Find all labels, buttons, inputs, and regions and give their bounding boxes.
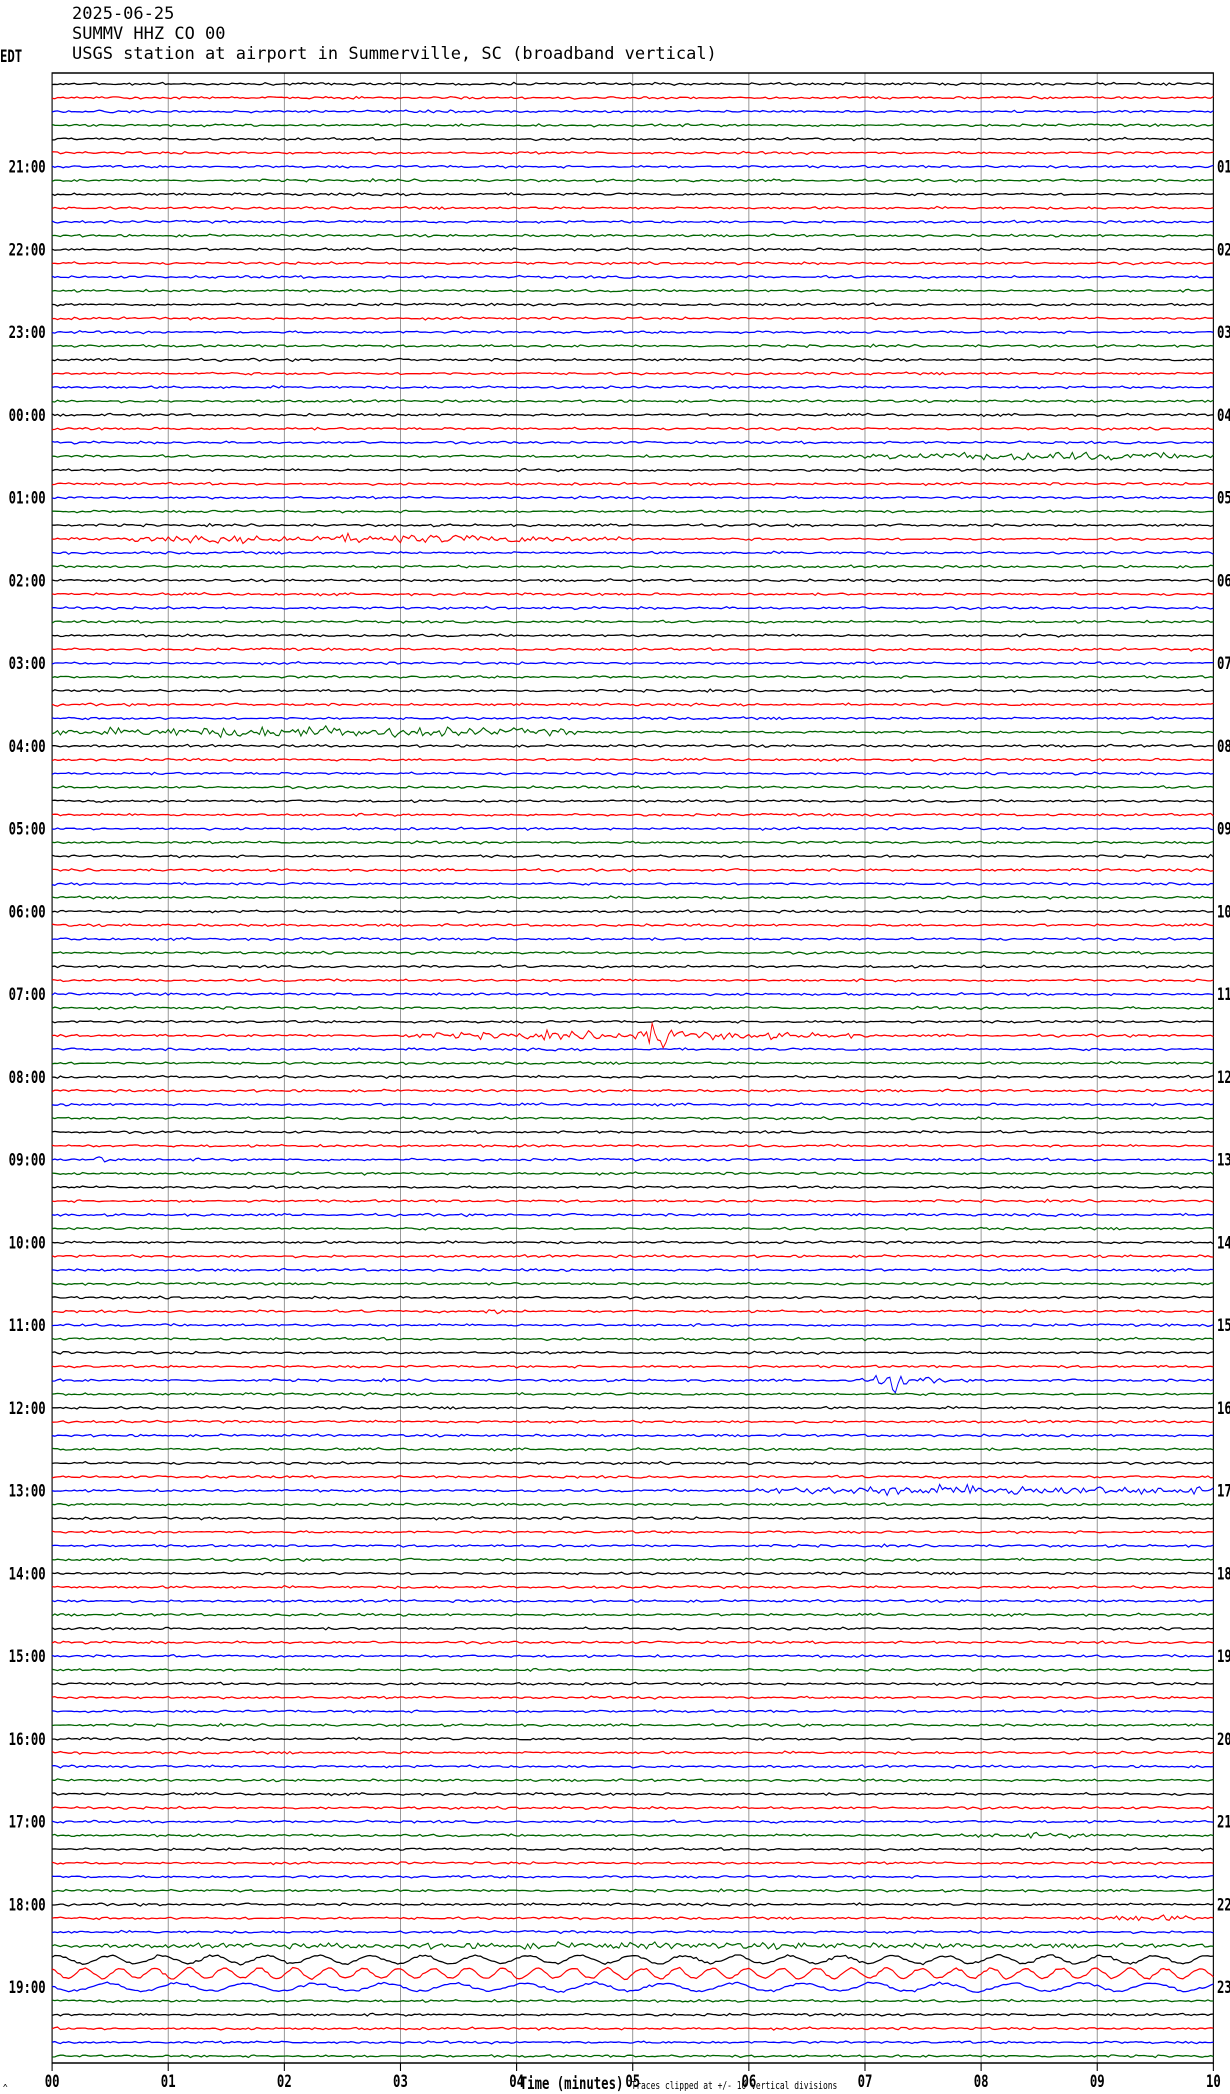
left-time-23:00: 23:00 (9, 323, 46, 342)
left-time-17:00: 17:00 (9, 1813, 46, 1832)
right-time-19:10: 19:10 (1217, 1647, 1230, 1666)
right-time-22:10: 22:10 (1217, 1896, 1230, 1915)
x-axis-label: Time (minutes) (520, 2074, 624, 2093)
right-time-01:10: 01:10 (1217, 158, 1230, 177)
clip-note: Traces clipped at +/- 10 vertical divisi… (631, 2080, 837, 2093)
left-time-02:00: 02:00 (9, 572, 46, 591)
left-time-11:00: 11:00 (9, 1316, 46, 1335)
right-time-14:10: 14:10 (1217, 1234, 1230, 1253)
x-tick-00: 00 (45, 2072, 60, 2091)
right-time-12:10: 12:10 (1217, 1068, 1230, 1087)
right-time-23:10: 23:10 (1217, 1978, 1230, 1997)
left-time-12:00: 12:00 (9, 1399, 46, 1418)
time-gridlines (51, 72, 1214, 2064)
right-time-15:10: 15:10 (1217, 1316, 1230, 1335)
x-tick-07: 07 (858, 2072, 873, 2091)
right-time-17:10: 17:10 (1217, 1482, 1230, 1501)
left-time-08:00: 08:00 (9, 1068, 46, 1087)
right-time-21:10: 21:10 (1217, 1813, 1230, 1832)
right-time-16:10: 16:10 (1217, 1399, 1230, 1418)
right-time-04:10: 04:10 (1217, 406, 1230, 425)
right-time-08:10: 08:10 (1217, 737, 1230, 756)
right-time-05:10: 05:10 (1217, 489, 1230, 508)
left-time-16:00: 16:00 (9, 1730, 46, 1749)
right-time-07:10: 07:10 (1217, 654, 1230, 673)
x-tick-09: 09 (1090, 2072, 1105, 2091)
corner-mark: ^ (3, 2083, 8, 2094)
x-tick-03: 03 (393, 2072, 408, 2091)
x-tick-01: 01 (161, 2072, 176, 2091)
left-time-09:00: 09:00 (9, 1151, 46, 1170)
x-tick-10: 10 (1206, 2072, 1221, 2091)
right-time-02:10: 02:10 (1217, 241, 1230, 260)
left-time-06:00: 06:00 (9, 903, 46, 922)
left-time-10:00: 10:00 (9, 1234, 46, 1253)
left-zone-label: EDT (0, 47, 22, 66)
left-time-19:00: 19:00 (9, 1978, 46, 1997)
right-time-06:10: 06:10 (1217, 572, 1230, 591)
left-time-18:00: 18:00 (9, 1896, 46, 1915)
x-tick-08: 08 (974, 2072, 989, 2091)
left-time-04:00: 04:00 (9, 737, 46, 756)
left-time-14:00: 14:00 (9, 1565, 46, 1584)
left-time-05:00: 05:00 (9, 820, 46, 839)
left-time-07:00: 07:00 (9, 985, 46, 1004)
right-time-11:10: 11:10 (1217, 985, 1230, 1004)
x-tick-02: 02 (277, 2072, 292, 2091)
plot-labels: -419-424-428-432-438-441-446-452-455-459… (0, 47, 837, 2094)
right-time-13:10: 13:10 (1217, 1151, 1230, 1170)
helicorder-plot: 21:00 01:10 22:00 02:10 23:00 03:10 00:00 04:10… (0, 47, 1230, 2094)
right-time-10:10: 10:10 (1217, 903, 1230, 922)
right-time-03:10: 03:10 (1217, 323, 1230, 342)
right-time-20:10: 20:10 (1217, 1730, 1230, 1749)
left-time-22:00: 22:00 (9, 241, 46, 260)
left-time-01:00: 01:00 (9, 489, 46, 508)
right-time-09:10: 09:10 (1217, 820, 1230, 839)
left-time-00:00: 00:00 (9, 406, 46, 425)
left-time-21:00: 21:00 (9, 158, 46, 177)
right-time-18:10: 18:10 (1217, 1565, 1230, 1584)
left-time-15:00: 15:00 (9, 1647, 46, 1666)
left-time-03:00: 03:00 (9, 654, 46, 673)
left-time-13:00: 13:00 (9, 1482, 46, 1501)
